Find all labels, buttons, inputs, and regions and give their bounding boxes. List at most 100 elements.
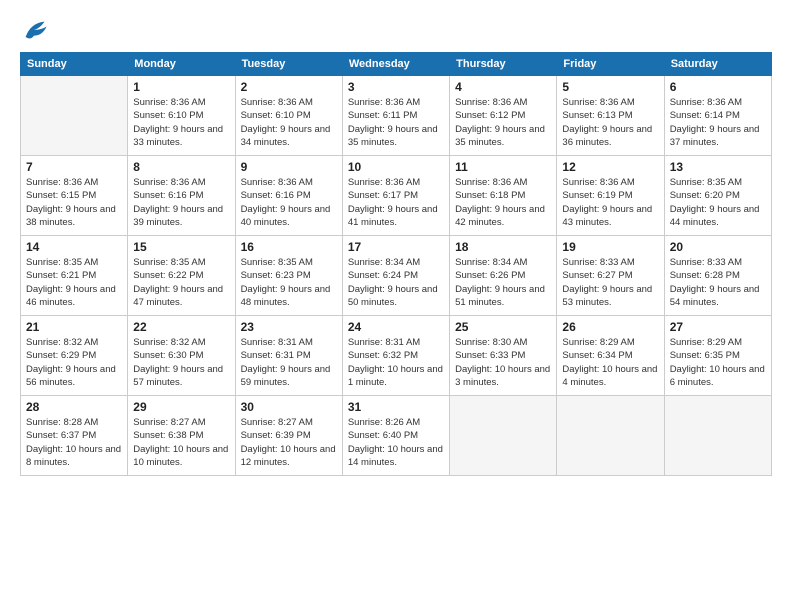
day-number: 2 xyxy=(241,80,337,94)
calendar-weekday-saturday: Saturday xyxy=(664,53,771,76)
day-info: Sunrise: 8:36 AMSunset: 6:17 PMDaylight:… xyxy=(348,176,444,229)
header xyxy=(20,16,772,44)
calendar-week-row: 21Sunrise: 8:32 AMSunset: 6:29 PMDayligh… xyxy=(21,316,772,396)
calendar-cell: 24 Sunrise: 8:31 AMSunset: 6:32 PMDayligh… xyxy=(342,316,449,396)
day-number: 7 xyxy=(26,160,122,174)
day-info: Sunrise: 8:31 AMSunset: 6:31 PMDaylight:… xyxy=(241,336,337,389)
calendar-cell: 5Sunrise: 8:36 AMSunset: 6:13 PMDaylight… xyxy=(557,76,664,156)
day-number: 17 xyxy=(348,240,444,254)
day-info: Sunrise: 8:27 AMSunset: 6:38 PMDaylight:… xyxy=(133,416,229,469)
calendar-cell: 30 Sunrise: 8:27 AMSunset: 6:39 PMDayligh… xyxy=(235,396,342,476)
calendar-weekday-wednesday: Wednesday xyxy=(342,53,449,76)
day-info: Sunrise: 8:35 AMSunset: 6:20 PMDaylight:… xyxy=(670,176,766,229)
calendar-cell: 27 Sunrise: 8:29 AMSunset: 6:35 PMDayligh… xyxy=(664,316,771,396)
day-number: 26 xyxy=(562,320,658,334)
calendar-cell: 17 Sunrise: 8:34 AMSunset: 6:24 PMDayligh… xyxy=(342,236,449,316)
day-info: Sunrise: 8:33 AMSunset: 6:27 PMDaylight:… xyxy=(562,256,658,309)
calendar-cell: 23 Sunrise: 8:31 AMSunset: 6:31 PMDayligh… xyxy=(235,316,342,396)
day-number: 16 xyxy=(241,240,337,254)
calendar-cell xyxy=(664,396,771,476)
day-number: 20 xyxy=(670,240,766,254)
day-number: 6 xyxy=(670,80,766,94)
calendar-cell: 28Sunrise: 8:28 AMSunset: 6:37 PMDayligh… xyxy=(21,396,128,476)
day-info: Sunrise: 8:35 AMSunset: 6:21 PMDaylight:… xyxy=(26,256,122,309)
day-info: Sunrise: 8:36 AMSunset: 6:18 PMDaylight:… xyxy=(455,176,551,229)
day-number: 10 xyxy=(348,160,444,174)
day-number: 11 xyxy=(455,160,551,174)
day-number: 3 xyxy=(348,80,444,94)
day-number: 15 xyxy=(133,240,229,254)
day-number: 30 xyxy=(241,400,337,414)
day-info: Sunrise: 8:31 AMSunset: 6:32 PMDaylight:… xyxy=(348,336,444,389)
calendar-cell: 25 Sunrise: 8:30 AMSunset: 6:33 PMDayligh… xyxy=(450,316,557,396)
calendar-cell: 21Sunrise: 8:32 AMSunset: 6:29 PMDayligh… xyxy=(21,316,128,396)
day-number: 14 xyxy=(26,240,122,254)
day-info: Sunrise: 8:36 AMSunset: 6:14 PMDaylight:… xyxy=(670,96,766,149)
calendar-cell: 29 Sunrise: 8:27 AMSunset: 6:38 PMDayligh… xyxy=(128,396,235,476)
day-info: Sunrise: 8:36 AMSunset: 6:16 PMDaylight:… xyxy=(133,176,229,229)
day-info: Sunrise: 8:36 AMSunset: 6:15 PMDaylight:… xyxy=(26,176,122,229)
day-info: Sunrise: 8:28 AMSunset: 6:37 PMDaylight:… xyxy=(26,416,122,469)
calendar-cell: 11 Sunrise: 8:36 AMSunset: 6:18 PMDayligh… xyxy=(450,156,557,236)
day-info: Sunrise: 8:33 AMSunset: 6:28 PMDaylight:… xyxy=(670,256,766,309)
calendar-cell: 20 Sunrise: 8:33 AMSunset: 6:28 PMDayligh… xyxy=(664,236,771,316)
calendar-cell: 9Sunrise: 8:36 AMSunset: 6:16 PMDaylight… xyxy=(235,156,342,236)
day-number: 8 xyxy=(133,160,229,174)
calendar-week-row: 28Sunrise: 8:28 AMSunset: 6:37 PMDayligh… xyxy=(21,396,772,476)
calendar-cell: 7 Sunrise: 8:36 AMSunset: 6:15 PMDaylight… xyxy=(21,156,128,236)
day-number: 1 xyxy=(133,80,229,94)
day-number: 24 xyxy=(348,320,444,334)
calendar-cell: 3 Sunrise: 8:36 AMSunset: 6:11 PMDaylight… xyxy=(342,76,449,156)
calendar-cell xyxy=(21,76,128,156)
day-info: Sunrise: 8:34 AMSunset: 6:24 PMDaylight:… xyxy=(348,256,444,309)
day-info: Sunrise: 8:36 AMSunset: 6:13 PMDaylight:… xyxy=(562,96,658,149)
day-number: 31 xyxy=(348,400,444,414)
calendar-week-row: 7 Sunrise: 8:36 AMSunset: 6:15 PMDaylight… xyxy=(21,156,772,236)
calendar-cell: 18Sunrise: 8:34 AMSunset: 6:26 PMDayligh… xyxy=(450,236,557,316)
day-info: Sunrise: 8:32 AMSunset: 6:30 PMDaylight:… xyxy=(133,336,229,389)
calendar-cell: 16 Sunrise: 8:35 AMSunset: 6:23 PMDayligh… xyxy=(235,236,342,316)
calendar-week-row: 14 Sunrise: 8:35 AMSunset: 6:21 PMDayligh… xyxy=(21,236,772,316)
day-number: 22 xyxy=(133,320,229,334)
calendar-cell: 4 Sunrise: 8:36 AMSunset: 6:12 PMDaylight… xyxy=(450,76,557,156)
day-info: Sunrise: 8:30 AMSunset: 6:33 PMDaylight:… xyxy=(455,336,551,389)
day-number: 23 xyxy=(241,320,337,334)
day-number: 27 xyxy=(670,320,766,334)
calendar-weekday-friday: Friday xyxy=(557,53,664,76)
calendar-cell: 6 Sunrise: 8:36 AMSunset: 6:14 PMDaylight… xyxy=(664,76,771,156)
day-number: 9 xyxy=(241,160,337,174)
calendar-header-row: SundayMondayTuesdayWednesdayThursdayFrid… xyxy=(21,53,772,76)
calendar-weekday-sunday: Sunday xyxy=(21,53,128,76)
calendar-cell: 8 Sunrise: 8:36 AMSunset: 6:16 PMDaylight… xyxy=(128,156,235,236)
day-number: 25 xyxy=(455,320,551,334)
day-info: Sunrise: 8:27 AMSunset: 6:39 PMDaylight:… xyxy=(241,416,337,469)
day-info: Sunrise: 8:29 AMSunset: 6:35 PMDaylight:… xyxy=(670,336,766,389)
calendar-cell: 22 Sunrise: 8:32 AMSunset: 6:30 PMDayligh… xyxy=(128,316,235,396)
day-info: Sunrise: 8:36 AMSunset: 6:10 PMDaylight:… xyxy=(133,96,229,149)
day-info: Sunrise: 8:29 AMSunset: 6:34 PMDaylight:… xyxy=(562,336,658,389)
calendar-cell xyxy=(557,396,664,476)
day-info: Sunrise: 8:32 AMSunset: 6:29 PMDaylight:… xyxy=(26,336,122,389)
calendar-cell: 31 Sunrise: 8:26 AMSunset: 6:40 PMDayligh… xyxy=(342,396,449,476)
day-number: 4 xyxy=(455,80,551,94)
calendar-weekday-monday: Monday xyxy=(128,53,235,76)
day-info: Sunrise: 8:35 AMSunset: 6:22 PMDaylight:… xyxy=(133,256,229,309)
day-number: 29 xyxy=(133,400,229,414)
logo-bird-icon xyxy=(20,16,48,44)
day-info: Sunrise: 8:36 AMSunset: 6:12 PMDaylight:… xyxy=(455,96,551,149)
calendar-cell: 13 Sunrise: 8:35 AMSunset: 6:20 PMDayligh… xyxy=(664,156,771,236)
calendar-weekday-thursday: Thursday xyxy=(450,53,557,76)
day-number: 13 xyxy=(670,160,766,174)
calendar-table: SundayMondayTuesdayWednesdayThursdayFrid… xyxy=(20,52,772,476)
calendar-weekday-tuesday: Tuesday xyxy=(235,53,342,76)
day-info: Sunrise: 8:26 AMSunset: 6:40 PMDaylight:… xyxy=(348,416,444,469)
day-number: 19 xyxy=(562,240,658,254)
day-info: Sunrise: 8:36 AMSunset: 6:11 PMDaylight:… xyxy=(348,96,444,149)
day-number: 18 xyxy=(455,240,551,254)
logo xyxy=(20,16,52,44)
calendar-cell: 26 Sunrise: 8:29 AMSunset: 6:34 PMDayligh… xyxy=(557,316,664,396)
day-info: Sunrise: 8:35 AMSunset: 6:23 PMDaylight:… xyxy=(241,256,337,309)
calendar-cell: 10 Sunrise: 8:36 AMSunset: 6:17 PMDayligh… xyxy=(342,156,449,236)
calendar-cell: 14 Sunrise: 8:35 AMSunset: 6:21 PMDayligh… xyxy=(21,236,128,316)
calendar-cell: 19 Sunrise: 8:33 AMSunset: 6:27 PMDayligh… xyxy=(557,236,664,316)
